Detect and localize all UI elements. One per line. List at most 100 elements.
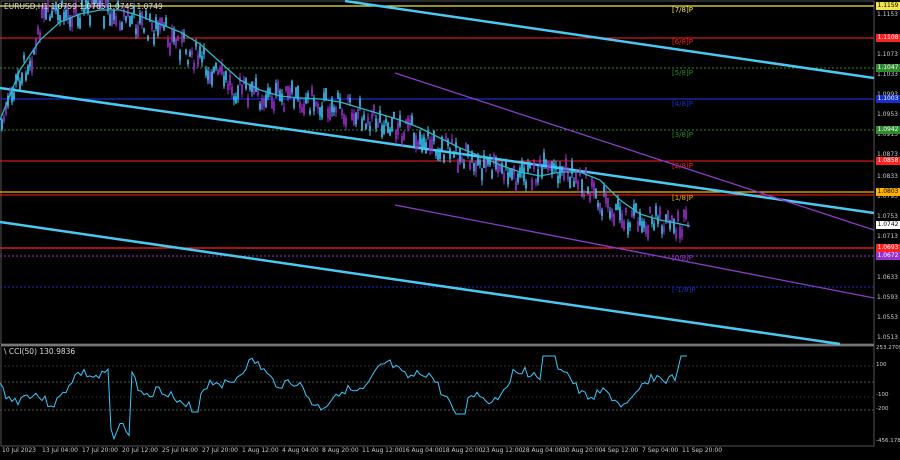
candle-body bbox=[631, 210, 633, 218]
candle-body bbox=[443, 154, 445, 163]
candle-body bbox=[121, 22, 123, 30]
murray-label-2: [2/8]P bbox=[672, 162, 693, 170]
candle-body bbox=[679, 226, 681, 239]
candle-body bbox=[429, 139, 431, 151]
candle-body bbox=[355, 112, 357, 125]
price-tick-label: 1.0633 bbox=[877, 274, 898, 281]
candle-body bbox=[417, 141, 419, 146]
candle-body bbox=[65, 9, 67, 19]
time-tick-label: 11 Sep 20:00 bbox=[682, 447, 723, 454]
candle-body bbox=[671, 215, 673, 223]
trendline-middle[interactable] bbox=[0, 86, 875, 215]
candle-body bbox=[629, 222, 631, 228]
chart-window[interactable]: [7/8]P [6/8]P [5/8]P [4/8]P [3/8]P [2/8]… bbox=[0, 0, 900, 460]
time-tick-label: 4 Sep 12:00 bbox=[602, 447, 639, 454]
candle-body bbox=[533, 159, 535, 170]
candle-body bbox=[435, 150, 437, 156]
candle-body bbox=[485, 160, 487, 168]
candle-body bbox=[557, 175, 559, 184]
candle-body bbox=[595, 188, 597, 199]
candle-body bbox=[401, 136, 403, 144]
candle-body bbox=[301, 107, 303, 113]
candle-body bbox=[609, 211, 611, 219]
time-tick-label: 11 Aug 12:00 bbox=[362, 447, 403, 454]
candle-body bbox=[263, 98, 265, 106]
candle-body bbox=[413, 132, 415, 147]
candle-body bbox=[637, 221, 639, 232]
time-axis[interactable]: 10 Jul 2023 13 Jul 04:00 17 Jul 20:00 20 Ju… bbox=[0, 447, 876, 460]
candle-body bbox=[25, 72, 27, 80]
candle-body bbox=[197, 54, 199, 67]
price-level-badge: 1.0803 bbox=[876, 188, 900, 196]
price-tick-label: 1.0833 bbox=[877, 173, 898, 180]
price-level-badge: 1.0693 bbox=[876, 244, 900, 252]
price-level-badge: 1.0672 bbox=[876, 252, 900, 260]
trendline-upper[interactable] bbox=[344, 0, 875, 80]
candle-body bbox=[379, 110, 381, 123]
cci-axis[interactable]: 253.2709 100 -100 -200 -456.1787 bbox=[876, 345, 900, 446]
candle-body bbox=[169, 42, 171, 55]
candle-body bbox=[345, 117, 347, 127]
candle-body bbox=[653, 223, 655, 230]
time-tick-label: 4 Aug 04:00 bbox=[282, 447, 319, 454]
candle-body bbox=[209, 72, 211, 84]
candle-body bbox=[415, 135, 417, 149]
channel-line-lower[interactable] bbox=[394, 204, 875, 299]
candle-body bbox=[625, 208, 627, 213]
candle-body bbox=[449, 148, 451, 160]
candle-body bbox=[467, 145, 469, 155]
time-tick-label: 27 Jul 20:00 bbox=[202, 447, 238, 454]
price-tick-label: 1.0753 bbox=[877, 213, 898, 220]
candle-body bbox=[125, 16, 127, 21]
trendline-lower[interactable] bbox=[0, 220, 841, 346]
candle-body bbox=[481, 168, 483, 181]
candle-body bbox=[391, 117, 393, 132]
candle-body bbox=[309, 110, 311, 115]
candle-body bbox=[677, 211, 679, 222]
price-level-badge: 1.0858 bbox=[876, 157, 900, 165]
candle-body bbox=[265, 94, 267, 108]
candle-body bbox=[179, 50, 181, 61]
candle-body bbox=[459, 148, 461, 161]
candle-body bbox=[319, 107, 321, 116]
price-axis[interactable]: 1.11531.10731.10331.09931.09531.09131.08… bbox=[876, 0, 900, 344]
candle-body bbox=[465, 142, 467, 149]
candle-body bbox=[463, 162, 465, 169]
candle-body bbox=[187, 60, 189, 65]
candle-body bbox=[437, 151, 439, 160]
candle-body bbox=[277, 81, 279, 94]
candle-body bbox=[605, 191, 607, 204]
price-tick-label: 1.1033 bbox=[877, 71, 898, 78]
candle-body bbox=[515, 181, 517, 191]
candle-body bbox=[293, 98, 295, 108]
candle-body bbox=[661, 225, 663, 234]
candle-body bbox=[175, 39, 177, 47]
candle-body bbox=[51, 11, 53, 18]
cci-tick-label: -456.1787 bbox=[876, 438, 900, 444]
candle-body bbox=[71, 18, 73, 28]
murray-label-6: [6/8]P bbox=[672, 38, 693, 46]
candle-body bbox=[663, 227, 665, 233]
candle-body bbox=[479, 160, 481, 165]
price-level-badge: 1.1159 bbox=[876, 2, 900, 10]
time-tick-label: 18 Aug 20:00 bbox=[442, 447, 483, 454]
candle-body bbox=[521, 160, 523, 174]
candle-body bbox=[647, 225, 649, 239]
price-chart-svg[interactable]: [7/8]P [6/8]P [5/8]P [4/8]P [3/8]P [2/8]… bbox=[0, 0, 900, 460]
candle-body bbox=[69, 18, 71, 27]
candle-body bbox=[423, 136, 425, 149]
candle-body bbox=[89, 15, 91, 26]
candle-body bbox=[31, 59, 33, 73]
candle-body bbox=[549, 162, 551, 168]
candle-body bbox=[657, 216, 659, 225]
candle-body bbox=[505, 160, 507, 167]
trend-lines[interactable] bbox=[0, 0, 875, 346]
candle-body bbox=[173, 30, 175, 43]
candle-body bbox=[645, 226, 647, 234]
time-tick-label: 10 Jul 2023 bbox=[2, 447, 36, 454]
candle-body bbox=[473, 162, 475, 172]
candle-body bbox=[651, 218, 653, 224]
time-tick-label: 13 Jul 04:00 bbox=[42, 447, 78, 454]
candle-body bbox=[303, 103, 305, 115]
candle-body bbox=[147, 35, 149, 41]
